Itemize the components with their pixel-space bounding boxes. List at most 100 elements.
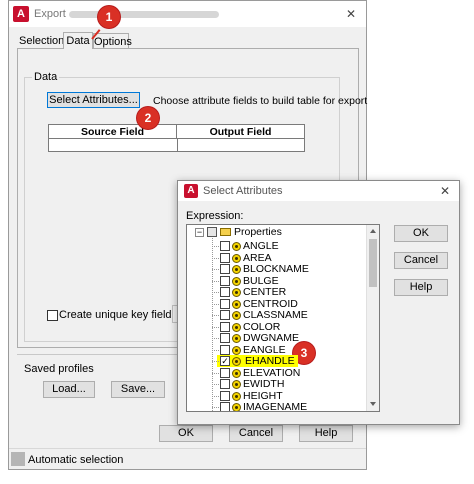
scroll-thumb[interactable] <box>369 239 377 287</box>
attribute-label: EHANDLE <box>242 355 298 367</box>
table-row[interactable] <box>49 139 304 151</box>
tree-items: ANGLE AREA BLOCKNAME BULGE CENTER CENTROID CLA… <box>187 240 367 412</box>
tree-branch-line <box>212 361 219 362</box>
attribute-label: BLOCKNAME <box>243 263 309 275</box>
attribute-checkbox[interactable]: ✓ <box>220 356 230 366</box>
tree-item[interactable]: HEIGHT <box>187 389 365 402</box>
export-title-bar: A Export ✕ <box>9 1 366 27</box>
autocad-app-icon: A <box>184 184 198 198</box>
attribute-checkbox[interactable] <box>220 310 230 320</box>
tab-data[interactable]: Data <box>63 32 93 49</box>
attribute-checkbox[interactable] <box>220 287 230 297</box>
callout-marker-1: 1 <box>98 6 120 28</box>
unique-key-label: Create unique key field: <box>59 309 175 321</box>
saved-profiles-label: Saved profiles <box>24 363 94 375</box>
tree-item[interactable]: IMAGENAME <box>187 401 365 412</box>
tree-branch-line <box>212 338 219 339</box>
tree-item[interactable]: EANGLE <box>187 343 365 356</box>
tree-branch-line <box>212 246 219 247</box>
tree-item[interactable]: DWGNAME <box>187 332 365 344</box>
attribute-label: COLOR <box>243 320 281 333</box>
attribute-checkbox[interactable] <box>220 344 230 355</box>
tree-branch-line <box>212 315 219 316</box>
scroll-down-arrow[interactable] <box>370 402 376 406</box>
attribute-label: EWIDTH <box>243 378 285 390</box>
tree-item[interactable]: BULGE <box>187 274 365 287</box>
attribute-checkbox[interactable] <box>220 241 230 251</box>
attribute-label: ANGLE <box>243 240 279 252</box>
property-icon <box>232 242 241 251</box>
save-button[interactable]: Save... <box>111 381 165 398</box>
attribute-label: HEIGHT <box>243 389 283 402</box>
tree-branch-line <box>212 257 219 259</box>
attribute-label: DWGNAME <box>243 332 299 344</box>
root-label: Properties <box>234 226 282 238</box>
root-checkbox[interactable] <box>207 227 217 237</box>
property-icon <box>232 288 241 297</box>
attribute-checkbox[interactable] <box>220 252 230 263</box>
property-icon <box>232 253 241 263</box>
tree-item[interactable]: AREA <box>187 252 365 264</box>
export-cancel-button[interactable]: Cancel <box>229 425 283 442</box>
attribute-label: IMAGENAME <box>243 401 308 412</box>
tree-item[interactable]: CENTROID <box>187 298 365 310</box>
tree-expander[interactable]: − <box>195 228 204 237</box>
expression-label: Expression: <box>186 210 244 222</box>
attribute-checkbox[interactable] <box>220 321 230 332</box>
blurred-title-text <box>69 11 219 18</box>
attribute-checkbox[interactable] <box>220 298 230 309</box>
attribute-tree[interactable]: − Properties ANGLE AREA BLOCKNAME BULGE CENT… <box>186 224 380 412</box>
tree-branch-line <box>212 269 219 270</box>
tree-item[interactable]: CLASSNAME <box>187 309 365 321</box>
load-button[interactable]: Load... <box>43 381 95 398</box>
attribute-checkbox[interactable] <box>220 264 230 274</box>
property-icon <box>232 403 241 411</box>
tree-item[interactable]: CENTER <box>187 286 365 298</box>
export-close-button[interactable]: ✕ <box>346 7 356 21</box>
tree-item[interactable]: ✓ EHANDLE <box>187 355 365 367</box>
tab-options[interactable]: Options <box>93 33 132 48</box>
callout-marker-2: 2 <box>137 107 159 129</box>
select-attributes-title: Select Attributes <box>203 185 283 197</box>
property-icon <box>232 391 241 401</box>
attribute-label: CENTER <box>243 286 287 298</box>
attribute-checkbox[interactable] <box>220 379 230 389</box>
property-icon <box>232 345 241 355</box>
property-icon <box>232 276 241 286</box>
unique-key-checkbox[interactable] <box>47 310 58 321</box>
select-attributes-help-button[interactable]: Help <box>394 279 448 296</box>
attribute-label: CLASSNAME <box>243 309 308 321</box>
tab-selection[interactable]: Selection <box>19 33 64 48</box>
output-field-header: Output Field <box>177 125 304 139</box>
source-field-header: Source Field <box>49 125 177 139</box>
tree-item[interactable]: ELEVATION <box>187 367 365 379</box>
attribute-checkbox[interactable] <box>220 402 230 411</box>
export-ok-button[interactable]: OK <box>159 425 213 442</box>
tree-item[interactable]: BLOCKNAME <box>187 263 365 275</box>
attribute-checkbox[interactable] <box>220 275 230 286</box>
field-table[interactable]: Source Field Output Field <box>48 124 305 152</box>
attribute-checkbox[interactable] <box>220 390 230 401</box>
select-attributes-close-button[interactable]: ✕ <box>440 184 450 198</box>
data-group-label: Data <box>32 71 60 83</box>
tree-item[interactable]: COLOR <box>187 320 365 333</box>
tree-scrollbar[interactable] <box>366 225 379 411</box>
tree-item[interactable]: ANGLE <box>187 240 365 252</box>
scroll-up-arrow[interactable] <box>370 229 376 233</box>
tree-branch-line <box>212 349 219 351</box>
table-cell-divider <box>177 139 178 151</box>
property-icon <box>232 299 241 309</box>
attribute-checkbox[interactable] <box>220 367 230 378</box>
select-attributes-button[interactable]: Select Attributes... <box>47 92 140 108</box>
property-icon <box>232 334 241 343</box>
select-attributes-cancel-button[interactable]: Cancel <box>394 252 448 269</box>
attribute-label: BULGE <box>243 274 279 287</box>
select-attributes-ok-button[interactable]: OK <box>394 225 448 242</box>
property-icon <box>232 380 241 389</box>
property-icon <box>232 311 241 320</box>
attribute-checkbox[interactable] <box>220 333 230 343</box>
export-help-button[interactable]: Help <box>299 425 353 442</box>
tree-branch-line <box>212 407 219 408</box>
attribute-label: EANGLE <box>243 343 286 356</box>
tree-item[interactable]: EWIDTH <box>187 378 365 390</box>
